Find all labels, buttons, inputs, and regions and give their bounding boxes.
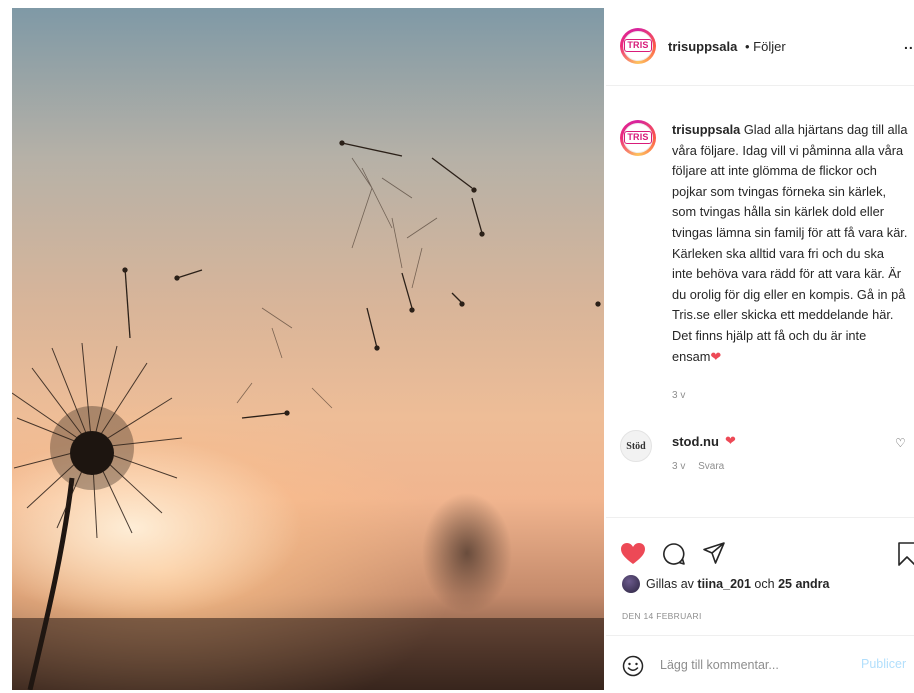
likes-prefix: Gillas av [646, 577, 694, 591]
commenter-username[interactable]: stod.nu [672, 434, 719, 449]
likes-middle: och [754, 577, 775, 591]
comment-item: Stöd stod.nu ❤ ♡ 3 v Svara [606, 424, 914, 484]
caption-body: Glad alla hjärtans dag till alla våra fö… [672, 122, 908, 364]
emoji-icon[interactable] [622, 655, 644, 677]
caption-avatar[interactable]: TRIS [620, 120, 656, 156]
likes-summary[interactable]: Gillas av tiina_201 och 25 andra [622, 573, 829, 595]
add-comment-bar: Publicer [606, 635, 914, 693]
heart-emoji-icon: ❤ [725, 433, 736, 448]
post-photo[interactable] [12, 8, 604, 690]
post-date: DEN 14 FEBRUARI [622, 611, 702, 621]
caption-text: trisuppsala Glad alla hjärtans dag till … [672, 120, 908, 367]
bookmark-icon[interactable] [898, 542, 914, 566]
post-header: TRIS trisuppsala • Följer ... [606, 8, 914, 86]
post-username[interactable]: trisuppsala [668, 39, 737, 54]
profile-avatar[interactable]: TRIS [620, 28, 656, 64]
post-details-panel: TRIS trisuppsala • Följer ... TRIS trisu… [606, 8, 914, 693]
like-heart-icon[interactable] [620, 542, 646, 566]
caption-timestamp: 3 v [672, 390, 686, 401]
comment-timestamp: 3 v [672, 461, 686, 472]
instagram-post-view: TRIS trisuppsala • Följer ... TRIS trisu… [0, 0, 914, 693]
avatar-inner: TRIS [622, 122, 654, 154]
caption-username[interactable]: trisuppsala [672, 122, 740, 137]
dandelion-illustration [12, 140, 604, 690]
liker-username[interactable]: tiina_201 [697, 577, 751, 591]
tris-logo: TRIS [624, 39, 652, 53]
comment-input[interactable] [660, 654, 850, 676]
tris-logo: TRIS [624, 131, 652, 145]
comment-meta: 3 v Svara [672, 461, 734, 472]
commenter-avatar[interactable]: Stöd [620, 430, 652, 462]
share-icon[interactable] [702, 541, 726, 565]
follow-status[interactable]: • Följer [745, 39, 786, 54]
comment-like-icon[interactable]: ♡ [895, 436, 906, 450]
reply-button[interactable]: Svara [698, 461, 724, 472]
comment-icon[interactable] [662, 542, 686, 566]
heart-emoji-icon: ❤ [710, 348, 722, 364]
more-options-icon[interactable]: ... [904, 36, 914, 52]
likes-others-count[interactable]: 25 andra [778, 577, 829, 591]
avatar-inner: TRIS [622, 30, 654, 62]
liker-avatar [622, 575, 640, 593]
publish-button[interactable]: Publicer [861, 657, 906, 671]
